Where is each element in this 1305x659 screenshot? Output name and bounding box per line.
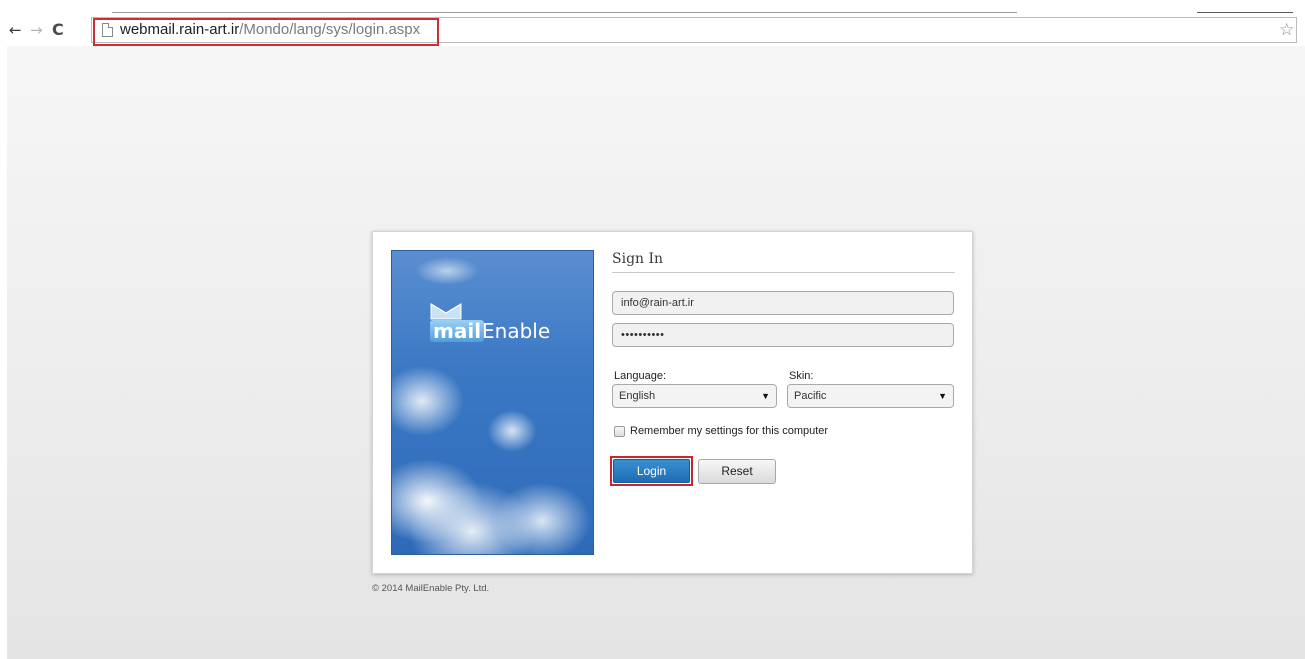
bookmark-star-icon[interactable]: ☆ bbox=[1279, 20, 1294, 40]
email-field[interactable]: info@rain-art.ir bbox=[612, 291, 954, 315]
login-button[interactable]: Login bbox=[613, 459, 690, 483]
url-host: webmail.rain-art.ir bbox=[120, 21, 240, 38]
remember-checkbox[interactable] bbox=[614, 426, 625, 437]
page-icon bbox=[102, 23, 113, 37]
copyright-text: © 2014 MailEnable Pty. Ltd. bbox=[372, 583, 490, 594]
url-path: /Mondo/lang/sys/login.aspx bbox=[239, 21, 421, 38]
skin-select-value: Pacific bbox=[794, 390, 827, 402]
tab-strip-divider bbox=[112, 12, 1017, 13]
sky-hero-image bbox=[391, 250, 594, 555]
skin-select[interactable]: Pacific ▼ bbox=[787, 384, 954, 408]
sign-in-title: Sign In bbox=[612, 251, 664, 267]
url-text[interactable]: webmail.rain-art.ir/Mondo/lang/sys/login… bbox=[120, 20, 420, 40]
mailenable-logo: mail Enable bbox=[430, 302, 570, 352]
envelope-icon bbox=[430, 303, 462, 320]
password-field[interactable]: •••••••••• bbox=[612, 323, 954, 347]
title-divider bbox=[612, 272, 955, 273]
tab-strip-divider-right bbox=[1197, 12, 1293, 13]
dropdown-arrow-icon: ▼ bbox=[938, 391, 947, 401]
logo-enable-text: Enable bbox=[482, 319, 551, 343]
reload-icon[interactable]: C bbox=[52, 20, 64, 40]
language-select-value: English bbox=[619, 390, 656, 402]
forward-arrow-icon[interactable]: → bbox=[30, 20, 43, 40]
remember-label[interactable]: Remember my settings for this computer bbox=[630, 425, 828, 437]
logo-mail-text: mail bbox=[430, 320, 485, 342]
language-label: Language: bbox=[614, 370, 666, 382]
reset-button[interactable]: Reset bbox=[698, 459, 776, 484]
back-arrow-icon[interactable]: ← bbox=[9, 20, 22, 40]
dropdown-arrow-icon: ▼ bbox=[761, 391, 770, 401]
language-select[interactable]: English ▼ bbox=[612, 384, 777, 408]
skin-label: Skin: bbox=[789, 370, 814, 382]
